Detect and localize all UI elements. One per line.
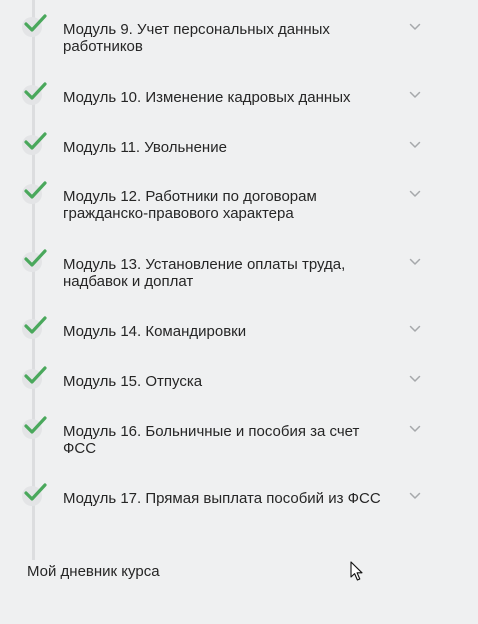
- checkmark-icon: [22, 181, 47, 204]
- chevron-down-icon[interactable]: [409, 492, 421, 500]
- chevron-down-icon[interactable]: [409, 258, 421, 266]
- checkmark-icon: [22, 416, 47, 439]
- module-title[interactable]: Модуль 17. Прямая выплата пособий из ФСС: [63, 490, 393, 507]
- chevron-down-icon[interactable]: [409, 23, 421, 31]
- module-title[interactable]: Модуль 14. Командировки: [63, 323, 393, 340]
- module-title[interactable]: Модуль 10. Изменение кадровых данных: [63, 89, 393, 106]
- checkmark-icon: [22, 82, 47, 105]
- chevron-down-icon[interactable]: [409, 325, 421, 333]
- module-title[interactable]: Модуль 11. Увольнение: [63, 139, 393, 156]
- checkmark-icon: [22, 483, 47, 506]
- chevron-down-icon[interactable]: [409, 141, 421, 149]
- module-title[interactable]: Модуль 13. Установление оплаты труда, на…: [63, 256, 393, 290]
- checkmark-icon: [22, 249, 47, 272]
- mouse-cursor-icon: [350, 561, 363, 581]
- chevron-down-icon[interactable]: [409, 91, 421, 99]
- module-title[interactable]: Модуль 9. Учет персональных данных работ…: [63, 21, 393, 55]
- module-title[interactable]: Модуль 15. Отпуска: [63, 373, 393, 390]
- checkmark-icon: [22, 366, 47, 389]
- module-title[interactable]: Модуль 12. Работники по договорам гражда…: [63, 188, 393, 222]
- checkmark-icon: [22, 132, 47, 155]
- chevron-down-icon[interactable]: [409, 375, 421, 383]
- chevron-down-icon[interactable]: [409, 190, 421, 198]
- chevron-down-icon[interactable]: [409, 425, 421, 433]
- module-title[interactable]: Модуль 16. Больничные и пособия за счет …: [63, 423, 393, 457]
- checkmark-icon: [22, 316, 47, 339]
- course-diary-link[interactable]: Мой дневник курса: [27, 563, 160, 580]
- checkmark-icon: [22, 14, 47, 37]
